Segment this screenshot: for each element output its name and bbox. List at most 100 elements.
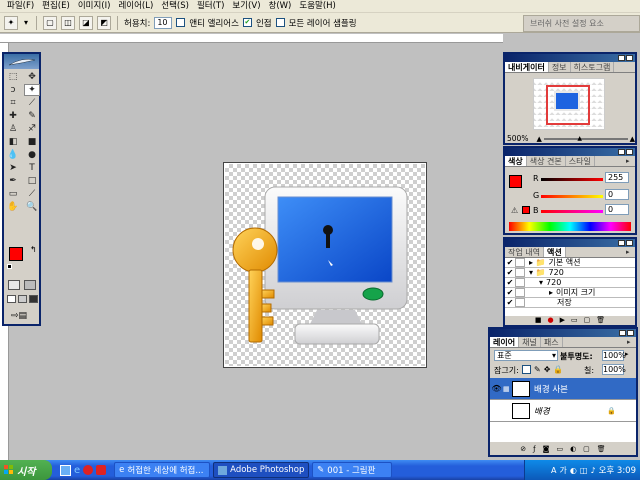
move-tool-icon[interactable]: ✥ xyxy=(24,71,40,83)
color-fg-swatch[interactable] xyxy=(509,175,522,188)
palette-well[interactable]: 브러쉬 사전 설정 요소 xyxy=(523,15,640,32)
menu-item[interactable]: 도움말(H) xyxy=(295,0,339,13)
eraser-tool-icon[interactable]: ◧ xyxy=(5,136,21,148)
gamut-warning-icon[interactable]: ⚠ xyxy=(511,206,518,215)
tab-actions[interactable]: 액션 xyxy=(543,247,566,257)
zoom-slider[interactable]: ▲ xyxy=(543,135,628,142)
menu-item[interactable]: 파일(F) xyxy=(3,0,38,13)
zoom-in-icon[interactable]: ▲ xyxy=(630,135,635,143)
tab-histogram[interactable]: 히스토그램 xyxy=(571,62,615,72)
task-photoshop[interactable]: Adobe Photoshop xyxy=(213,462,310,478)
color-titlebar[interactable] xyxy=(505,148,635,156)
new-layer-icon[interactable]: ▢ xyxy=(583,445,590,455)
delete-action-icon[interactable]: 🗑 xyxy=(596,316,605,325)
menu-item[interactable]: 선택(S) xyxy=(157,0,193,13)
list-item[interactable]: ✔ 저장 xyxy=(505,298,635,308)
gradient-tool-icon[interactable]: ■ xyxy=(24,136,40,148)
g-input[interactable]: 0 xyxy=(605,189,629,200)
close-icon[interactable] xyxy=(626,55,633,61)
screen-mode-full-icon[interactable] xyxy=(29,295,38,303)
new-selection-icon[interactable]: ▢ xyxy=(43,15,57,30)
jump-to-imageready-icon[interactable]: ⇨▤ xyxy=(11,311,35,321)
tab-swatches[interactable]: 색상 견본 xyxy=(527,156,566,166)
volume-icon[interactable]: ♪ xyxy=(590,466,595,475)
dodge-tool-icon[interactable]: ● xyxy=(24,149,40,161)
shape-tool-icon[interactable]: □ xyxy=(24,175,40,187)
preset-dropdown-icon[interactable]: ▾ xyxy=(22,16,30,30)
panel-menu-icon[interactable]: ▸ xyxy=(627,337,636,347)
delete-layer-icon[interactable]: 🗑 xyxy=(597,445,606,455)
ie-icon[interactable]: e xyxy=(74,465,80,476)
lock-position-icon[interactable]: ✥ xyxy=(544,365,551,374)
close-icon[interactable] xyxy=(627,330,634,336)
foreground-color-swatch[interactable] xyxy=(9,247,23,261)
type-tool-icon[interactable]: T xyxy=(24,162,40,174)
new-action-icon[interactable]: ▢ xyxy=(584,316,591,325)
panel-menu-icon[interactable]: ▸ xyxy=(626,247,635,257)
default-colors-icon[interactable] xyxy=(7,264,12,269)
tab-channels[interactable]: 채널 xyxy=(519,337,541,347)
screen-mode-menu-icon[interactable] xyxy=(18,295,27,303)
navigator-thumbnail[interactable] xyxy=(533,78,605,130)
tab-color[interactable]: 색상 xyxy=(505,156,527,166)
hand-tool-icon[interactable]: ✋ xyxy=(5,201,21,213)
fill-input[interactable]: 100% xyxy=(602,364,626,375)
record-icon[interactable]: ● xyxy=(547,316,553,325)
marquee-tool-icon[interactable]: ⬚ xyxy=(5,71,21,83)
layer-name[interactable]: 배경 xyxy=(534,405,550,417)
subtract-selection-icon[interactable]: ◪ xyxy=(79,15,93,30)
intersect-selection-icon[interactable]: ◩ xyxy=(97,15,111,30)
brush-tool-icon[interactable]: ✎ xyxy=(24,110,40,122)
tab-layers[interactable]: 레이어 xyxy=(490,337,520,347)
ime-language-icon[interactable]: A xyxy=(551,466,556,475)
minimize-icon[interactable] xyxy=(618,149,625,155)
swap-colors-icon[interactable]: ↰ xyxy=(30,245,37,254)
visibility-eye-icon[interactable]: 👁 xyxy=(490,384,503,393)
stop-icon[interactable]: ■ xyxy=(535,316,542,325)
toolbox-header[interactable] xyxy=(4,54,39,69)
standard-mode-icon[interactable] xyxy=(8,280,20,290)
minimize-icon[interactable] xyxy=(619,330,626,336)
menu-item[interactable]: 이미지(I) xyxy=(74,0,115,13)
task-browser[interactable]: e 허접한 세상에 허접... xyxy=(114,462,211,478)
magic-wand-tool-icon[interactable]: ✦ xyxy=(24,84,40,96)
tray-app-icon[interactable]: ◐ xyxy=(570,466,577,475)
slice-tool-icon[interactable]: ⟋ xyxy=(24,97,40,109)
link-layers-icon[interactable]: ⊘ xyxy=(520,445,526,455)
network-icon[interactable]: ◫ xyxy=(580,466,588,475)
menu-item[interactable]: 편집(E) xyxy=(38,0,74,13)
contiguous-checkbox[interactable]: ✔ xyxy=(242,18,252,27)
layers-titlebar[interactable] xyxy=(490,329,636,337)
healing-brush-icon[interactable]: ✚ xyxy=(5,110,21,122)
add-selection-icon[interactable]: ◫ xyxy=(61,15,75,30)
r-slider[interactable] xyxy=(541,178,603,181)
list-item[interactable]: ✔ ▾ 📁 720 xyxy=(505,268,635,278)
close-icon[interactable] xyxy=(626,149,633,155)
layer-style-icon[interactable]: ƒ xyxy=(533,445,535,455)
ime-hangul-icon[interactable]: 가 xyxy=(560,465,567,476)
opacity-arrow-icon[interactable]: ▸ xyxy=(625,350,629,358)
task-paint[interactable]: ✎ 001 - 그림판 xyxy=(312,462,393,478)
g-slider[interactable] xyxy=(541,195,603,198)
layer-row[interactable]: 👁 ▦ 배경 사본 xyxy=(490,378,636,400)
minimize-icon[interactable] xyxy=(618,240,625,246)
blur-tool-icon[interactable]: 💧 xyxy=(5,149,21,161)
opacity-input[interactable]: 100% xyxy=(602,350,626,361)
menu-item[interactable]: 보기(V) xyxy=(228,0,264,13)
navigator-zoom-value[interactable]: 500% xyxy=(507,134,528,143)
r-input[interactable]: 255 xyxy=(605,172,629,183)
lock-transparency-checkbox[interactable] xyxy=(522,365,531,374)
magic-wand-preset-icon[interactable]: ✦ xyxy=(4,15,18,30)
layer-mask-icon[interactable]: ◙ xyxy=(543,445,550,455)
menu-item[interactable]: 필터(T) xyxy=(193,0,228,13)
lock-all-icon[interactable]: 🔒 xyxy=(553,365,563,374)
tab-paths[interactable]: 패스 xyxy=(541,337,563,347)
lasso-tool-icon[interactable]: ↄ xyxy=(5,84,21,96)
app2-quicklaunch-icon[interactable] xyxy=(96,465,107,475)
menu-item[interactable]: 창(W) xyxy=(265,0,296,13)
tab-history[interactable]: 작업 내역 xyxy=(505,247,544,257)
blend-mode-select[interactable]: 표준 ▾ xyxy=(494,350,558,361)
actions-titlebar[interactable] xyxy=(505,239,635,247)
pen-tool-icon[interactable]: ✒ xyxy=(5,175,21,187)
close-icon[interactable] xyxy=(626,240,633,246)
